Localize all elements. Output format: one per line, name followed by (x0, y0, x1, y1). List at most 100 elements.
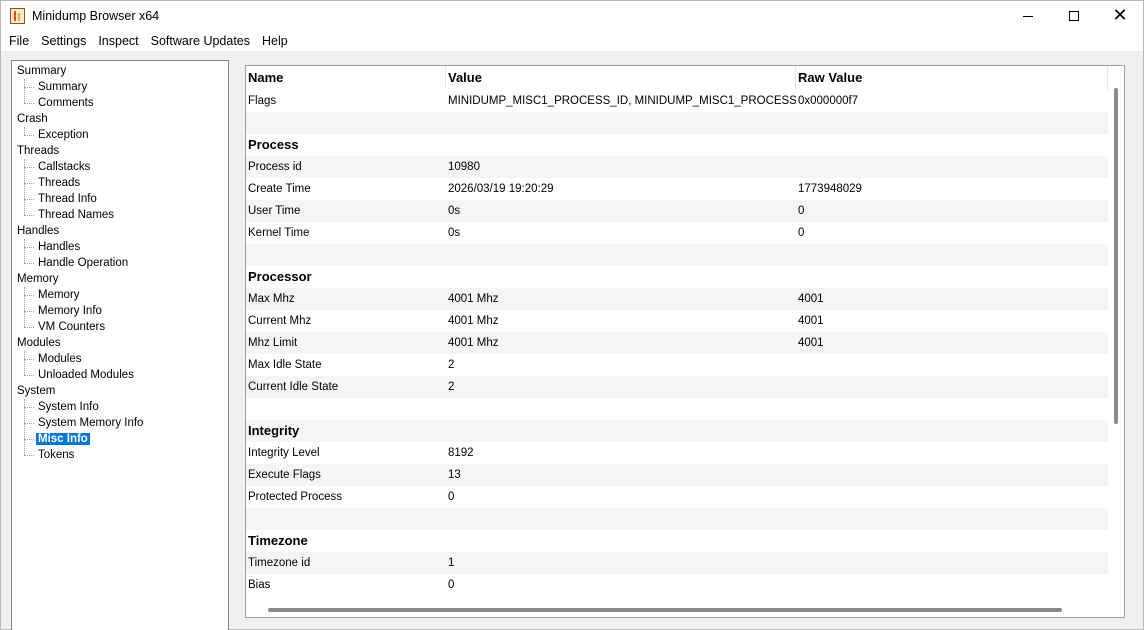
column-header-name[interactable]: Name (246, 66, 446, 90)
section-header-row[interactable]: Process (246, 134, 1108, 156)
tree-branch-line (24, 439, 34, 440)
menu-file[interactable]: File (3, 31, 35, 51)
cell-raw-value: 0 (798, 205, 805, 217)
cell-name: Timezone id (248, 557, 311, 569)
vertical-scrollbar[interactable] (1108, 66, 1124, 601)
cell-value: 2 (448, 381, 455, 393)
tree-group-0[interactable]: Summary (17, 63, 66, 79)
title-bar[interactable]: Minidump Browser x64 ✕ (1, 1, 1143, 31)
tree-branch-line (24, 359, 34, 360)
cell-raw-value: 4001 (798, 337, 824, 349)
cell-name: Processor (248, 269, 312, 284)
tree-item[interactable]: Summary (36, 79, 89, 95)
cell-value: 2026/03/19 19:20:29 (448, 183, 554, 195)
tree-item[interactable]: Handle Operation (36, 255, 130, 271)
tree-item[interactable]: Memory Info (36, 303, 104, 319)
vertical-scroll-thumb[interactable] (1114, 88, 1118, 424)
table-row[interactable] (246, 244, 1108, 266)
cell-raw-value: 4001 (798, 293, 824, 305)
table-row[interactable] (246, 508, 1108, 530)
table-row[interactable]: Current Idle State 2 (246, 376, 1108, 398)
tree-group-4[interactable]: Memory (17, 271, 59, 287)
table-row[interactable]: Protected Process 0 (246, 486, 1108, 508)
tree-item-label: Thread Names (38, 209, 115, 221)
tree-item[interactable]: System Memory Info (36, 415, 145, 431)
tree-item[interactable]: Misc Info (36, 431, 90, 447)
cell-name: Create Time (248, 183, 311, 195)
section-header-row[interactable]: Timezone (246, 530, 1108, 552)
table-row[interactable]: Max Mhz 4001 Mhz 4001 (246, 288, 1108, 310)
horizontal-scroll-thumb[interactable] (268, 608, 1062, 612)
tree-item[interactable]: Exception (36, 127, 91, 143)
table-row[interactable]: Create Time 2026/03/19 19:20:29 1773948029 (246, 178, 1108, 200)
table-row[interactable] (246, 398, 1108, 420)
section-header-row[interactable]: Integrity (246, 420, 1108, 442)
table-row[interactable]: Execute Flags 13 (246, 464, 1108, 486)
cell-value: 8192 (448, 447, 474, 459)
tree-item[interactable]: Callstacks (36, 159, 92, 175)
table-row[interactable] (246, 112, 1108, 134)
table-row[interactable]: Timezone id 1 (246, 552, 1108, 574)
table-row[interactable]: Bias 0 (246, 574, 1108, 596)
tree-item[interactable]: Comments (36, 95, 96, 111)
tree-item[interactable]: Threads (36, 175, 82, 191)
cell-value: 0 (448, 491, 455, 503)
tree-item-label: Handles (38, 241, 81, 253)
tree-group-6[interactable]: System (17, 383, 55, 399)
maximize-button[interactable] (1051, 1, 1097, 31)
column-header-raw-value[interactable]: Raw Value (796, 66, 1108, 90)
tree-item[interactable]: Tokens (36, 447, 76, 463)
cell-raw-value: 0x000000f7 (798, 95, 859, 107)
tree-branch-line (24, 215, 34, 216)
tree-branch-line (24, 199, 34, 200)
cell-name: Kernel Time (248, 227, 310, 239)
tree-group-3[interactable]: Handles (17, 223, 59, 239)
tree-branch-line (24, 167, 34, 168)
column-header-value[interactable]: Value (446, 66, 796, 90)
cell-value: 0s (448, 227, 461, 239)
tree-item[interactable]: Modules (36, 351, 83, 367)
tree-item[interactable]: Thread Info (36, 191, 99, 207)
tree-item[interactable]: Thread Names (36, 207, 116, 223)
tree-group-1[interactable]: Crash (17, 111, 48, 127)
tree-item[interactable]: VM Counters (36, 319, 107, 335)
menu-software-updates[interactable]: Software Updates (145, 31, 256, 51)
menu-help[interactable]: Help (256, 31, 294, 51)
tree-branch-line (24, 455, 34, 456)
tree-item[interactable]: Unloaded Modules (36, 367, 136, 383)
tree-item-label: Exception (38, 129, 89, 141)
cell-name: Protected Process (248, 491, 342, 503)
tree-branch-line (24, 263, 34, 264)
section-header-row[interactable]: Processor (246, 266, 1108, 288)
table-row[interactable]: Flags MINIDUMP_MISC1_PROCESS_ID, MINIDUMP… (246, 90, 1108, 112)
app-window: Minidump Browser x64 ✕ File Settings Ins… (0, 0, 1144, 630)
tree-group-2[interactable]: Threads (17, 143, 59, 159)
menu-settings[interactable]: Settings (35, 31, 92, 51)
close-button[interactable]: ✕ (1097, 1, 1143, 31)
tree-branch-line (24, 135, 34, 136)
cell-value: 0 (448, 579, 455, 591)
table-row[interactable]: Process id 10980 (246, 156, 1108, 178)
cell-name: Integrity (248, 423, 300, 438)
table-row[interactable]: Mhz Limit 4001 Mhz 4001 (246, 332, 1108, 354)
tree-item[interactable]: Handles (36, 239, 82, 255)
table-row[interactable]: Integrity Level 8192 (246, 442, 1108, 464)
tree-group-5[interactable]: Modules (17, 335, 60, 351)
menu-inspect[interactable]: Inspect (92, 31, 144, 51)
tree-item[interactable]: System Info (36, 399, 101, 415)
cell-name: Timezone (248, 533, 308, 548)
minimize-button[interactable] (1005, 1, 1051, 31)
table-row[interactable]: Kernel Time 0s 0 (246, 222, 1108, 244)
table-row[interactable]: Max Idle State 2 (246, 354, 1108, 376)
cell-value: 0s (448, 205, 461, 217)
table-row[interactable]: User Time 0s 0 (246, 200, 1108, 222)
close-icon: ✕ (1112, 5, 1128, 26)
tree-item-label: Thread Info (38, 193, 97, 205)
tree-item[interactable]: Memory (36, 287, 82, 303)
tree-item-label: Misc Info (36, 433, 90, 445)
cell-value: 1 (448, 557, 455, 569)
cell-name: Current Mhz (248, 315, 312, 327)
navigation-tree[interactable]: Summary Summary Comments Crash Exception Thre… (11, 60, 229, 630)
horizontal-scrollbar[interactable] (246, 601, 1108, 617)
table-row[interactable]: Current Mhz 4001 Mhz 4001 (246, 310, 1108, 332)
